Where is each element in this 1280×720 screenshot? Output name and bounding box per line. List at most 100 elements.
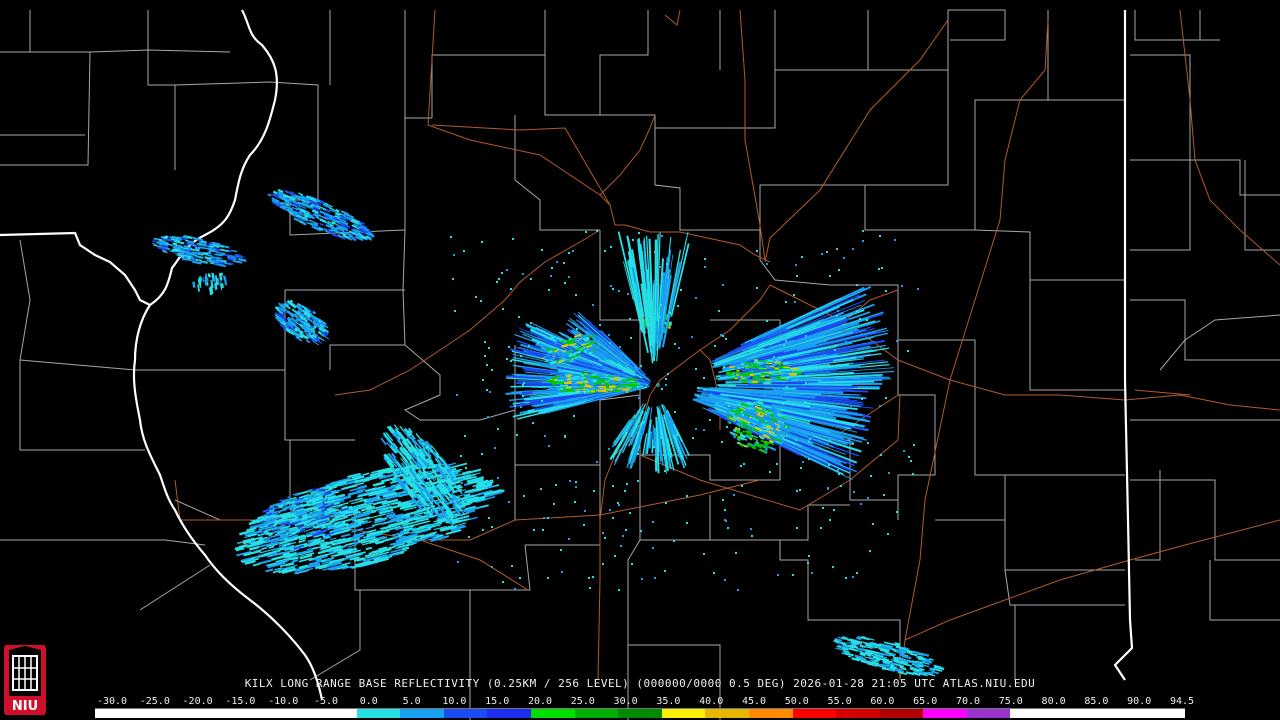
echo-speck	[795, 379, 797, 381]
echo-speck	[555, 484, 557, 486]
echo-speck	[608, 448, 610, 450]
echo-band	[202, 241, 207, 245]
echo-band	[298, 210, 304, 214]
echo-speck	[737, 442, 739, 444]
echo-speck	[508, 346, 510, 348]
color-bar-segment	[400, 709, 444, 718]
echo-speck	[760, 413, 762, 415]
echo-speck	[614, 555, 616, 557]
echo-band	[841, 637, 846, 640]
reflectivity-color-bar	[95, 708, 1185, 718]
echo-speck	[508, 501, 510, 503]
echo-speck	[618, 589, 620, 591]
echo-speck	[796, 527, 798, 529]
echo-speck	[888, 472, 890, 474]
echo-speck	[660, 304, 662, 306]
echo-speck	[766, 320, 768, 322]
echo-band	[330, 511, 336, 515]
echo-core	[736, 402, 741, 407]
echo-core	[739, 443, 744, 447]
echo-speck	[856, 572, 858, 574]
echo-speck	[743, 463, 745, 465]
echo-speck	[612, 288, 614, 290]
echo-speck	[674, 343, 676, 345]
echo-band	[172, 245, 182, 250]
echo-band	[172, 242, 178, 246]
echo-speck	[769, 471, 771, 473]
echo-speck	[665, 384, 667, 386]
echo-speck	[602, 532, 604, 534]
echo-speck	[785, 426, 787, 428]
echo-speck	[725, 520, 727, 522]
echo-speck	[585, 231, 587, 233]
echo-speck	[714, 345, 716, 347]
echo-speck	[720, 334, 722, 336]
echo-band	[166, 247, 171, 251]
echo-speck	[506, 358, 508, 360]
echo-speck	[856, 284, 858, 286]
echo-speck	[692, 437, 694, 439]
echo-speck	[885, 397, 887, 399]
echo-speck	[838, 473, 840, 475]
echo-speck	[544, 435, 546, 437]
echo-band	[181, 257, 188, 261]
echo-core	[545, 348, 551, 352]
echo-speck	[845, 577, 847, 579]
echo-speck	[502, 581, 504, 583]
color-bar-segment	[269, 709, 313, 718]
echo-speck	[617, 502, 619, 504]
echo-speck	[631, 563, 633, 565]
echo-speck	[722, 499, 724, 501]
echo-speck	[862, 230, 864, 232]
color-bar-segment	[705, 709, 749, 718]
echo-speck	[907, 350, 909, 352]
scale-label: 94.5	[1169, 696, 1195, 707]
echo-speck	[576, 328, 578, 330]
echo-speck	[883, 494, 885, 496]
echo-speck	[725, 338, 727, 340]
echo-speck	[596, 230, 598, 232]
echo-speck	[861, 398, 863, 400]
echo-speck	[794, 301, 796, 303]
scale-label: 10.0	[442, 696, 467, 707]
echo-speck	[722, 284, 724, 286]
echo-band	[213, 250, 218, 253]
echo-speck	[452, 516, 454, 518]
echo-speck	[837, 469, 839, 471]
echo-speck	[908, 456, 910, 458]
echo-speck	[722, 335, 724, 337]
echo-speck	[664, 570, 666, 572]
echo-speck	[626, 391, 628, 393]
echo-speck	[484, 355, 486, 357]
echo-core	[772, 406, 776, 410]
echo-band	[894, 642, 901, 646]
echo-speck	[812, 342, 814, 344]
echo-band	[299, 528, 305, 533]
echo-speck	[666, 263, 668, 265]
echo-speck	[910, 460, 912, 462]
echo-speck	[654, 312, 656, 314]
color-bar-segment	[312, 709, 357, 718]
echo-speck	[520, 355, 522, 357]
echo-band	[338, 504, 343, 507]
echo-speck	[530, 322, 532, 324]
echo-band	[881, 667, 886, 671]
echo-band	[192, 281, 196, 288]
echo-speck	[497, 477, 499, 479]
echo-band	[209, 273, 211, 278]
echo-speck	[514, 588, 516, 590]
echo-speck	[652, 547, 654, 549]
echo-speck	[618, 290, 620, 292]
scale-label: 85.0	[1084, 696, 1109, 707]
echo-band	[207, 244, 211, 247]
echo-speck	[626, 483, 628, 485]
echo-band	[260, 520, 265, 524]
color-bar-segment	[661, 709, 706, 718]
echo-speck	[840, 485, 842, 487]
echo-band	[215, 258, 225, 263]
echo-band	[205, 277, 209, 282]
echo-band	[330, 503, 335, 507]
echo-speck	[627, 293, 629, 295]
echo-speck	[569, 480, 571, 482]
echo-band	[308, 501, 313, 505]
